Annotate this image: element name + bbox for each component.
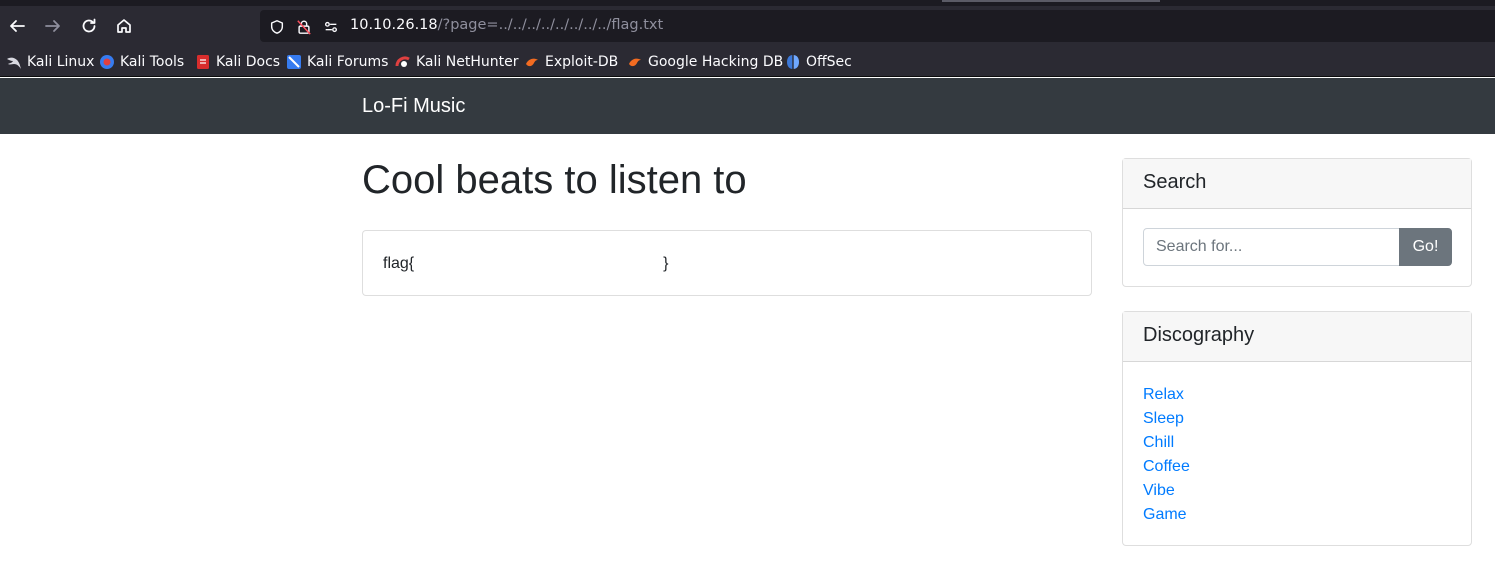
bookmark-label: Kali NetHunter xyxy=(416,54,519,70)
discography-link-vibe[interactable]: Vibe xyxy=(1143,482,1175,499)
bookmark-label: Kali Docs xyxy=(216,54,281,70)
discography-widget: Discography Relax Sleep Chill Coffee Vib… xyxy=(1122,311,1472,546)
bookmark-kali-nethunter[interactable]: Kali NetHunter xyxy=(395,53,518,71)
url-text[interactable]: 10.10.26.18/?page=../../../../../../../.… xyxy=(350,17,663,33)
back-icon xyxy=(10,20,25,32)
reload-icon xyxy=(82,18,96,33)
list-item: Coffee xyxy=(1143,455,1190,479)
kali-dragon-icon xyxy=(6,54,22,70)
back-button[interactable] xyxy=(3,12,31,40)
list-item: Vibe xyxy=(1143,479,1190,503)
bookmark-label: OffSec xyxy=(806,54,852,70)
url-bar[interactable]: 10.10.26.18/?page=../../../../../../../.… xyxy=(260,10,1495,42)
search-widget: Search Go! xyxy=(1122,158,1472,287)
ghdb-icon xyxy=(627,54,643,70)
tab-indicator xyxy=(942,0,1160,2)
kali-docs-icon xyxy=(195,54,211,70)
list-item: Sleep xyxy=(1143,407,1190,431)
content-card: flag{ } xyxy=(362,230,1092,296)
bookmark-label: Kali Forums xyxy=(307,54,389,70)
discography-link-game[interactable]: Game xyxy=(1143,506,1187,523)
bookmark-offsec[interactable]: OffSec xyxy=(785,53,852,71)
bookmark-kali-forums[interactable]: Kali Forums xyxy=(286,53,388,71)
permissions-icon[interactable] xyxy=(322,18,340,36)
discography-link-chill[interactable]: Chill xyxy=(1143,434,1174,451)
url-path: /?page=../../../../../../../../flag.txt xyxy=(437,17,664,33)
reload-button[interactable] xyxy=(75,12,103,40)
bookmark-kali-tools[interactable]: Kali Tools xyxy=(99,53,184,71)
bookmark-exploit-db[interactable]: Exploit-DB xyxy=(524,53,618,71)
kali-tools-icon xyxy=(99,54,115,70)
home-button[interactable] xyxy=(110,12,138,40)
list-item: Relax xyxy=(1143,383,1190,407)
bookmark-label: Kali Linux xyxy=(27,54,95,70)
discography-link-coffee[interactable]: Coffee xyxy=(1143,458,1190,475)
bookmark-label: Google Hacking DB xyxy=(648,54,784,70)
url-host: 10.10.26.18 xyxy=(350,17,438,33)
discography-link-relax[interactable]: Relax xyxy=(1143,386,1184,403)
lock-icon[interactable] xyxy=(295,18,313,36)
list-item: Game xyxy=(1143,503,1190,527)
flag-text: flag{ } xyxy=(383,255,669,272)
exploit-db-icon xyxy=(524,54,540,70)
search-go-button[interactable]: Go! xyxy=(1399,228,1452,266)
discography-header: Discography xyxy=(1123,312,1471,362)
list-item: Chill xyxy=(1143,431,1190,455)
browser-toolbar: 10.10.26.18/?page=../../../../../../../.… xyxy=(0,0,1495,48)
kali-forums-icon xyxy=(286,54,302,70)
shield-icon[interactable] xyxy=(268,18,286,36)
offsec-icon xyxy=(785,54,801,70)
tab-strip xyxy=(0,0,1495,6)
nethunter-icon xyxy=(395,54,411,70)
discography-link-sleep[interactable]: Sleep xyxy=(1143,410,1184,427)
bookmarks-toolbar: Kali Linux Kali Tools Kali Docs Kali For… xyxy=(0,48,1495,77)
bookmark-google-hacking-db[interactable]: Google Hacking DB xyxy=(627,53,783,71)
forward-button[interactable] xyxy=(39,12,67,40)
search-input[interactable] xyxy=(1143,228,1400,266)
bookmark-kali-docs[interactable]: Kali Docs xyxy=(195,53,280,71)
page-title: Cool beats to listen to xyxy=(362,158,747,202)
site-brand-link[interactable]: Lo-Fi Music xyxy=(362,95,465,118)
home-icon xyxy=(117,19,131,33)
bookmark-label: Exploit-DB xyxy=(545,54,619,70)
forward-icon xyxy=(45,20,60,32)
bookmark-kali-linux[interactable]: Kali Linux xyxy=(6,53,94,71)
search-header: Search xyxy=(1123,159,1471,209)
discography-list: Relax Sleep Chill Coffee Vibe Game xyxy=(1143,383,1190,527)
bookmark-label: Kali Tools xyxy=(120,54,185,70)
site-navbar: Lo-Fi Music xyxy=(0,78,1495,134)
